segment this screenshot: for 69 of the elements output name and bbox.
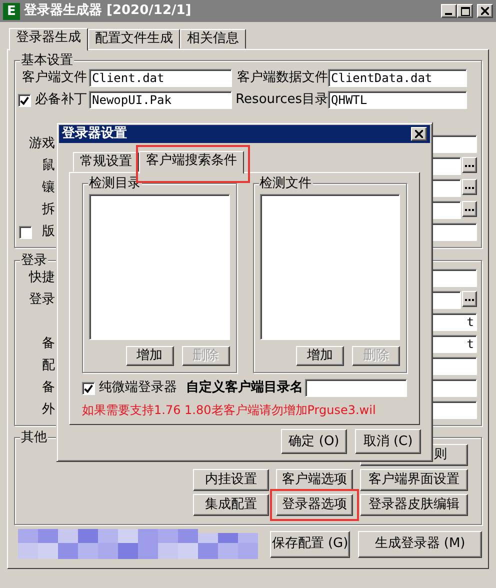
field-label: 游戏 [29,136,55,152]
minimize-button[interactable] [441,4,457,18]
field-label: 备 [42,336,55,352]
dialog-title: 登录器设置 [62,126,127,142]
browse-button[interactable] [462,157,477,173]
field-label: 鼠 [42,158,55,174]
field-label: Resources目录 [236,92,328,108]
browse-button[interactable] [462,291,477,307]
dialog-button[interactable]: 确定 (O) [281,429,347,454]
option-button[interactable]: 集成配置 [193,494,269,516]
field-label: 登录 [29,292,55,308]
field-label: 备 [42,380,55,396]
checkbox[interactable] [82,382,95,394]
action-button[interactable]: 生成登录器 (M) [358,530,482,558]
close-icon [481,7,489,15]
group-title: 检测文件 [258,176,312,192]
list-box[interactable] [260,194,400,340]
group-title: 其他 [20,430,48,446]
text-field[interactable]: QHWTL [328,91,467,109]
tab[interactable]: 常规设置 [73,152,139,172]
dialog-button[interactable]: 取消 (C) [355,429,421,454]
text-field[interactable] [305,379,407,397]
window-title: 登录器生成器 [2020/12/1] [24,3,192,19]
ellipsis-icon [465,164,474,166]
action-button[interactable]: 保存配置 (G) [270,530,350,558]
option-button[interactable]: 登录器选项 [276,494,353,516]
option-button[interactable]: 客户端选项 [276,469,353,491]
field-label: 配 [42,358,55,374]
ellipsis-icon [465,208,474,210]
field-label: 自定义客户端目录名 [186,380,303,396]
ellipsis-icon [465,186,474,188]
text-field[interactable]: ClientData.dat [328,69,467,87]
text-field[interactable]: NewopUI.Pak [89,91,232,109]
option-button[interactable]: 登录器皮肤编辑 [360,494,468,516]
browse-button[interactable] [462,179,477,195]
field-label: 快捷 [29,270,55,286]
option-button[interactable]: 客户端界面设置 [360,469,468,491]
check-icon [19,94,30,106]
close-button[interactable] [411,127,427,141]
close-button[interactable] [477,4,493,18]
checkbox[interactable] [19,226,32,238]
warning-text: 如果需要支持1.76 1.80老客户端请勿增加Prguse3.wil [82,403,377,418]
check-icon [83,382,94,394]
text-field[interactable]: Client.dat [89,69,232,87]
field-label: 必备补丁 [35,92,87,108]
tab[interactable]: 登录器生成 [9,28,88,51]
field-label: 客户端文件 [22,70,87,86]
list-button[interactable]: 增加 [126,346,174,366]
tab[interactable]: 相关信息 [180,29,246,49]
field-label: 客户端数据文件 [237,70,328,86]
browse-button[interactable] [462,201,477,217]
list-box[interactable] [89,194,230,340]
option-button[interactable]: 内挂设置 [193,469,269,491]
maximize-icon [460,6,470,16]
checkbox-label: 纯微端登录器 [99,380,177,396]
tab[interactable]: 配置文件生成 [88,29,180,49]
group-title: 基本设置 [20,53,74,69]
field-label: 版 [42,224,55,240]
maximize-button[interactable] [457,4,473,18]
field-label: 拆 [42,202,55,218]
tab[interactable]: 客户端搜索条件 [139,151,244,174]
field-label: 镶 [42,180,55,196]
group-title: 登录 [20,253,48,269]
list-button[interactable]: 增加 [296,346,344,366]
checkbox[interactable] [18,94,31,106]
ellipsis-icon [465,298,474,300]
field-label: 外 [42,402,55,418]
app-icon: E [3,2,20,20]
close-icon [415,130,423,138]
